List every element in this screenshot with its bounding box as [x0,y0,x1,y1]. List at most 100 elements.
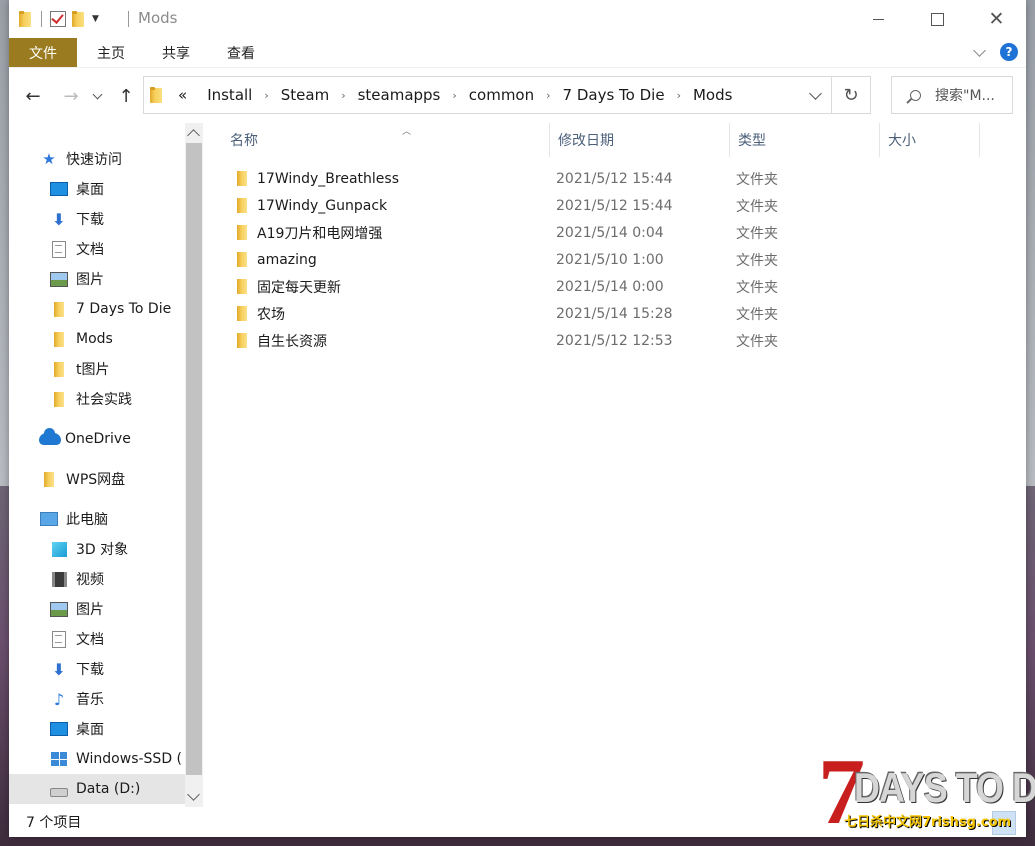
document-icon [50,240,68,258]
file-row[interactable]: 17Windy_Breathless 2021/5/12 15:44 文件夹 [229,165,829,192]
forward-button[interactable]: → [59,84,83,108]
column-header-label: 修改日期 [558,133,614,149]
column-header-size[interactable]: 大小 [880,123,980,157]
nav-item-label: Mods [76,331,113,347]
title-bar: ▼ Mods ✕ [9,0,1026,38]
breadcrumb-chevron-icon[interactable]: › [546,89,550,102]
nav-item-label: 桌面 [76,722,104,738]
nav-pane-scrollbar[interactable] [185,123,203,807]
breadcrumb-chevron-icon[interactable]: › [341,89,345,102]
3d-objects-icon [50,540,68,558]
view-toggle [966,811,1016,835]
file-name: A19刀片和电网增强 [257,225,383,242]
folder-icon [50,390,68,408]
music-icon: ♪ [53,689,65,709]
nav-item-label: OneDrive [65,431,131,447]
nav-item-label: Data (D:) [76,781,141,797]
details-view-button[interactable] [966,811,990,835]
file-row[interactable]: amazing 2021/5/10 1:00 文件夹 [229,246,829,273]
file-row[interactable]: 17Windy_Gunpack 2021/5/12 15:44 文件夹 [229,192,829,219]
minimize-button[interactable] [849,0,908,38]
file-row[interactable]: A19刀片和电网增强 2021/5/14 0:04 文件夹 [229,219,829,246]
up-button[interactable]: ↑ [114,84,138,108]
breadcrumb: « Install › Steam › steamapps › common ›… [144,77,799,113]
breadcrumb-chevron-icon[interactable]: › [452,89,456,102]
nav-item-label: 图片 [76,272,104,288]
window-controls: ✕ [849,0,1026,38]
maximize-icon [931,12,944,26]
forward-arrow-icon: → [63,85,79,107]
column-header-name[interactable]: 名称 ︿ [222,123,550,157]
file-type: 文件夹 [736,225,778,242]
file-name: amazing [257,251,317,268]
scroll-up-arrow-icon[interactable] [187,129,200,142]
close-button[interactable]: ✕ [967,0,1026,38]
tab-home[interactable]: 主页 [77,38,145,67]
nav-item-label: 桌面 [76,182,104,198]
search-input[interactable]: 搜索"M... [891,76,1013,114]
tab-view[interactable]: 查看 [208,38,274,67]
file-row[interactable]: 自生长资源 2021/5/12 12:53 文件夹 [229,327,829,354]
breadcrumb-steamapps[interactable]: steamapps [358,86,441,104]
breadcrumb-overflow[interactable]: « [178,86,187,104]
column-header-date[interactable]: 修改日期 [550,123,730,157]
breadcrumb-chevron-icon[interactable]: › [677,89,681,102]
folder-icon [150,87,164,103]
breadcrumb-install[interactable]: Install [207,86,252,104]
file-name: 农场 [257,306,285,323]
breadcrumb-7-days-to-die[interactable]: 7 Days To Die [563,86,665,104]
file-date: 2021/5/14 0:04 [556,224,664,241]
address-bar[interactable]: « Install › Steam › steamapps › common ›… [143,76,871,114]
file-row[interactable]: 农场 2021/5/14 15:28 文件夹 [229,300,829,327]
scroll-down-arrow-icon[interactable] [187,788,200,801]
download-icon: ⬇ [52,659,66,679]
tab-file[interactable]: 文件 [9,38,77,67]
toolbar-separator [41,11,42,27]
file-type: 文件夹 [736,198,778,215]
nav-item-label: 3D 对象 [76,542,129,558]
star-icon: ★ [42,150,56,168]
column-header-label: 类型 [738,133,766,149]
quick-access-toolbar: ▼ [19,8,99,30]
file-row[interactable]: 固定每天更新 2021/5/14 0:00 文件夹 [229,273,829,300]
this-pc-icon [40,510,58,528]
folder-icon [235,170,249,186]
file-date: 2021/5/14 0:00 [556,278,664,295]
breadcrumb-chevron-icon[interactable]: › [264,89,268,102]
column-header-type[interactable]: 类型 [730,123,880,157]
status-bar: 7 个项目 [9,807,1026,837]
tab-share[interactable]: 共享 [144,38,208,67]
pictures-icon [50,270,68,288]
windows-drive-icon [50,750,68,768]
breadcrumb-common[interactable]: common [469,86,534,104]
desktop-icon [50,180,68,198]
breadcrumb-mods[interactable]: Mods [693,86,732,104]
properties-check-icon[interactable] [50,11,66,27]
file-date: 2021/5/12 12:53 [556,332,673,349]
help-icon[interactable]: ? [1000,43,1018,61]
column-header-label: 大小 [888,133,916,149]
new-folder-icon[interactable] [72,11,86,27]
customize-toolbar-dropdown-icon[interactable]: ▼ [92,14,99,24]
folder-icon [50,300,68,318]
chevron-down-icon [808,86,822,100]
column-header-label: 名称 [230,133,258,149]
recent-locations-button[interactable] [89,84,105,108]
expand-ribbon-chevron-icon[interactable] [973,43,986,57]
pictures-icon [50,600,68,618]
item-count: 7 个项目 [26,815,82,831]
nav-item-label: 视频 [76,572,104,588]
address-history-dropdown[interactable] [799,77,831,113]
file-name: 固定每天更新 [257,279,341,296]
maximize-button[interactable] [908,0,967,38]
back-button[interactable]: ← [21,84,45,108]
large-icons-view-button[interactable] [992,811,1016,835]
nav-item-label: WPS网盘 [66,472,126,488]
explorer-window: ▼ Mods ✕ 文件 主页 共享 查看 ? ← → ↑ « Install ›… [9,0,1026,837]
refresh-button[interactable]: ↻ [831,77,870,113]
breadcrumb-steam[interactable]: Steam [281,86,329,104]
nav-item-label: 图片 [76,602,104,618]
search-icon [910,89,921,101]
up-arrow-icon: ↑ [118,85,134,107]
scrollbar-thumb[interactable] [186,143,202,775]
